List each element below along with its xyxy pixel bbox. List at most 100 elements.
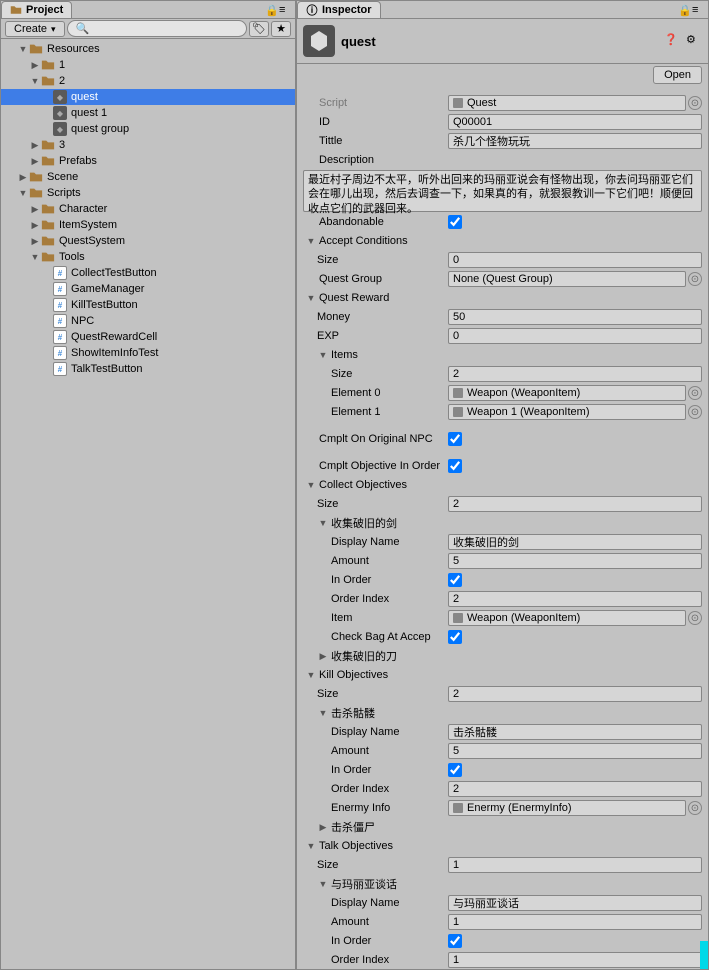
element0-field[interactable]: Weapon (WeaponItem) [448, 385, 686, 401]
collect1-orderindex-input[interactable] [448, 591, 702, 607]
tree-item-showitem[interactable]: #ShowItemInfoTest [1, 345, 295, 361]
object-picker-icon[interactable] [688, 96, 702, 110]
collect1-displayname-input[interactable] [448, 534, 702, 550]
foldout-icon[interactable] [317, 708, 329, 718]
help-icon[interactable]: ❓ [664, 33, 680, 49]
talk-size-input[interactable] [448, 857, 702, 873]
tree-item-folder1[interactable]: 1 [1, 57, 295, 73]
object-picker-icon[interactable] [688, 272, 702, 286]
inspector-tab-bar: ⓘ Inspector 🔒 ≡ [297, 1, 708, 19]
tree-item-itemsystem[interactable]: ItemSystem [1, 217, 295, 233]
abandonable-checkbox[interactable] [448, 215, 462, 229]
csharp-icon: # [53, 346, 67, 360]
collect1-inorder-checkbox[interactable] [448, 573, 462, 587]
tree-item-character[interactable]: Character [1, 201, 295, 217]
description-textarea[interactable]: 最近村子周边不太平，听外出回来的玛丽亚说会有怪物出现，你去问玛丽亚它们会在哪儿出… [303, 170, 702, 212]
menu-icon[interactable]: ≡ [692, 4, 704, 16]
gear-icon[interactable]: ⚙ [686, 33, 702, 49]
panel-controls: 🔒 ≡ [678, 4, 708, 16]
talk1-orderindex-input[interactable] [448, 952, 702, 968]
foldout-icon[interactable] [305, 480, 317, 490]
foldout-icon[interactable] [305, 293, 317, 303]
object-picker-icon[interactable] [688, 405, 702, 419]
foldout-icon[interactable] [305, 236, 317, 246]
script-icon [453, 98, 463, 108]
money-input[interactable] [448, 309, 702, 325]
kill-size-input[interactable] [448, 686, 702, 702]
lock-icon[interactable]: 🔒 [265, 4, 277, 16]
inspector-body: ScriptQuest ID Tittle Description 最近村子周边… [297, 90, 708, 969]
folder-icon [10, 4, 22, 16]
asset-icon: ◆ [53, 90, 67, 104]
scroll-indicator [700, 941, 708, 969]
filter-by-label-button[interactable]: ★ [271, 21, 291, 37]
asset-icon [453, 803, 463, 813]
element1-field[interactable]: Weapon 1 (WeaponItem) [448, 404, 686, 420]
tree-item-killtest[interactable]: #KillTestButton [1, 297, 295, 313]
project-tab-label: Project [26, 4, 63, 16]
questgroup-field[interactable]: None (Quest Group) [448, 271, 686, 287]
collect-size-input[interactable] [448, 496, 702, 512]
items-size-input[interactable] [448, 366, 702, 382]
title-input[interactable] [448, 133, 702, 149]
foldout-icon[interactable] [305, 841, 317, 851]
accept-size-input[interactable] [448, 252, 702, 268]
tree-item-tools[interactable]: Tools [1, 249, 295, 265]
folder-icon [41, 250, 55, 264]
tree-item-quest[interactable]: ◆quest [1, 89, 295, 105]
foldout-icon[interactable] [317, 879, 329, 889]
foldout-icon[interactable] [305, 670, 317, 680]
folder-icon [41, 74, 55, 88]
inspector-tab-label: Inspector [322, 4, 372, 16]
inspector-tab[interactable]: ⓘ Inspector [297, 1, 381, 19]
tree-item-gamemanager[interactable]: #GameManager [1, 281, 295, 297]
foldout-icon[interactable] [317, 350, 329, 360]
object-picker-icon[interactable] [688, 801, 702, 815]
unity-logo-icon [303, 25, 335, 57]
lock-icon[interactable]: 🔒 [678, 4, 690, 16]
exp-input[interactable] [448, 328, 702, 344]
create-button[interactable]: Create [5, 21, 65, 37]
kill1-displayname-input[interactable] [448, 724, 702, 740]
tree-item-scripts[interactable]: Scripts [1, 185, 295, 201]
menu-icon[interactable]: ≡ [279, 4, 291, 16]
open-button[interactable]: Open [653, 66, 702, 84]
asset-icon [453, 613, 463, 623]
id-input[interactable] [448, 114, 702, 130]
kill1-amount-input[interactable] [448, 743, 702, 759]
foldout-icon[interactable] [317, 518, 329, 528]
collect1-item-field[interactable]: Weapon (WeaponItem) [448, 610, 686, 626]
tree-item-qrcell[interactable]: #QuestRewardCell [1, 329, 295, 345]
tree-item-prefabs[interactable]: Prefabs [1, 153, 295, 169]
search-input[interactable]: 🔍 [67, 20, 247, 37]
talk1-displayname-input[interactable] [448, 895, 702, 911]
tree-item-quest1[interactable]: ◆quest 1 [1, 105, 295, 121]
cmplt-npc-checkbox[interactable] [448, 432, 462, 446]
project-toolbar: Create 🔍 🏷 ★ [1, 19, 295, 39]
tree-item-folder3[interactable]: 3 [1, 137, 295, 153]
kill1-orderindex-input[interactable] [448, 781, 702, 797]
tree-item-questgroup[interactable]: ◆quest group [1, 121, 295, 137]
csharp-icon: # [53, 282, 67, 296]
tree-item-talktest[interactable]: #TalkTestButton [1, 361, 295, 377]
folder-icon [41, 58, 55, 72]
foldout-icon[interactable] [317, 651, 329, 662]
filter-by-type-button[interactable]: 🏷 [249, 21, 269, 37]
tree-item-folder2[interactable]: 2 [1, 73, 295, 89]
collect1-checkbag-checkbox[interactable] [448, 630, 462, 644]
talk1-inorder-checkbox[interactable] [448, 934, 462, 948]
object-picker-icon[interactable] [688, 386, 702, 400]
cmplt-order-checkbox[interactable] [448, 459, 462, 473]
tree-item-npc[interactable]: #NPC [1, 313, 295, 329]
object-picker-icon[interactable] [688, 611, 702, 625]
tree-item-scene[interactable]: Scene [1, 169, 295, 185]
foldout-icon[interactable] [317, 822, 329, 833]
talk1-amount-input[interactable] [448, 914, 702, 930]
collect1-amount-input[interactable] [448, 553, 702, 569]
tree-item-resources[interactable]: Resources [1, 41, 295, 57]
project-tab[interactable]: Project [1, 1, 72, 19]
kill1-inorder-checkbox[interactable] [448, 763, 462, 777]
enemy-field[interactable]: Enermy (EnermyInfo) [448, 800, 686, 816]
tree-item-questsystem[interactable]: QuestSystem [1, 233, 295, 249]
tree-item-collecttest[interactable]: #CollectTestButton [1, 265, 295, 281]
